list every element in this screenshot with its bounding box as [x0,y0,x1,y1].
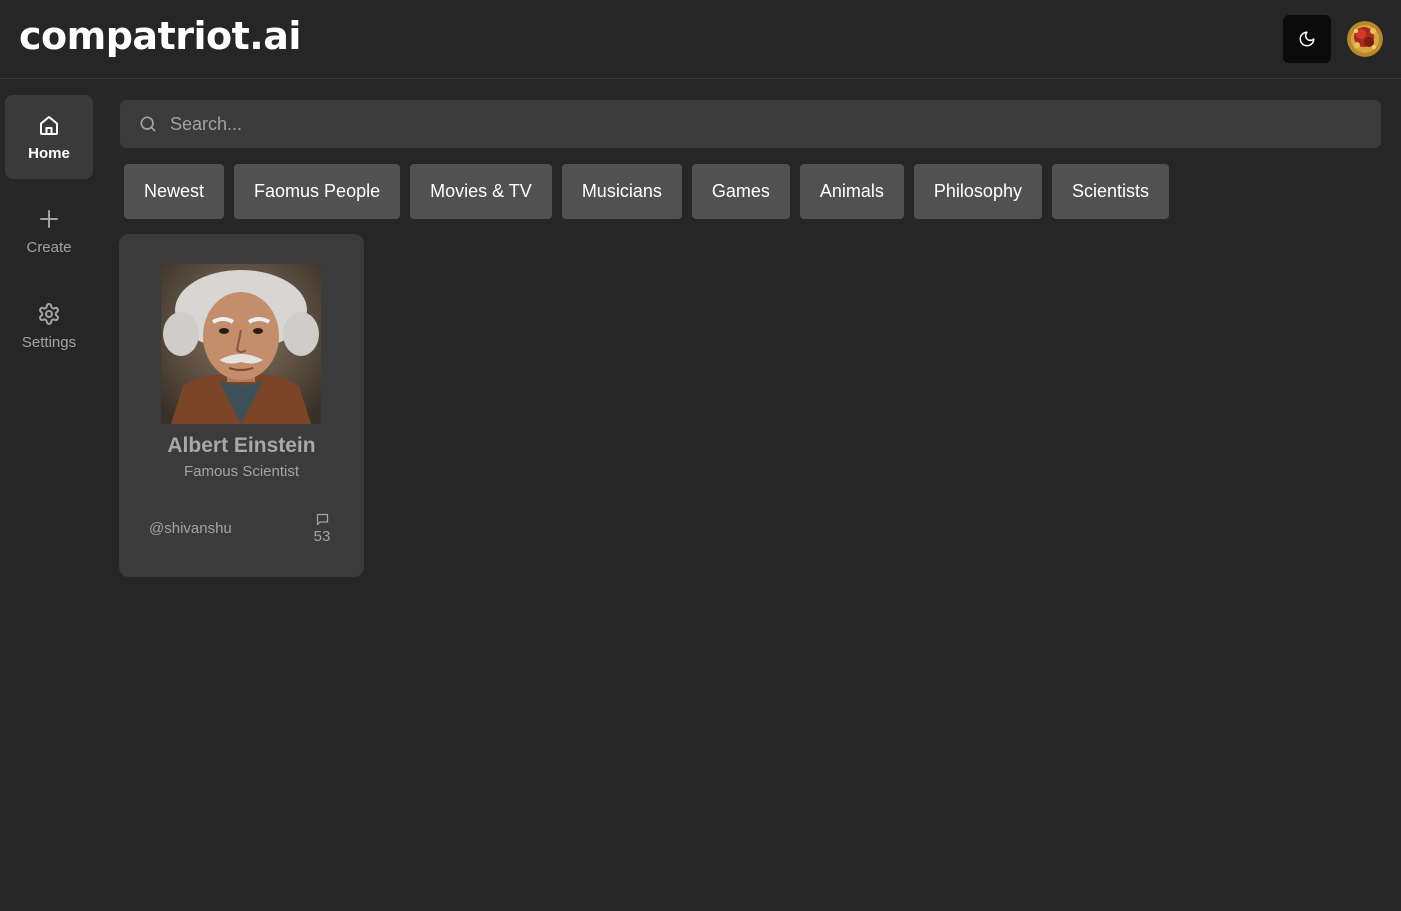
companion-name: Albert Einstein [167,434,316,457]
sidebar-item-create[interactable]: Create [5,189,93,273]
logo[interactable]: compatriot.ai [19,14,301,58]
gear-icon [39,302,59,325]
chat-bubble-icon [316,513,328,526]
home-icon [40,115,58,135]
category-famous-people[interactable]: Faomus People [234,164,401,219]
category-animals[interactable]: Animals [799,164,904,219]
category-newest[interactable]: Newest [124,164,225,219]
category-scientists[interactable]: Scientists [1051,164,1169,219]
plus-icon [40,209,58,228]
sidebar-item-label: Home [28,144,70,162]
message-count-value: 53 [313,528,331,545]
user-avatar[interactable] [1347,21,1383,57]
moon-icon [1299,31,1315,47]
category-filter-bar: Newest Faomus People Movies & TV Musicia… [124,164,1169,219]
search-bar[interactable] [120,100,1381,148]
category-musicians[interactable]: Musicians [561,164,682,219]
search-icon [140,116,156,132]
sidebar-item-settings[interactable]: Settings [5,284,93,368]
companion-description: Famous Scientist [183,463,300,480]
top-bar: compatriot.ai [0,0,1401,79]
companion-creator: @shivanshu [149,520,232,537]
category-movies-tv[interactable]: Movies & TV [410,164,552,219]
companion-card[interactable]: Albert Einstein Famous Scientist @shivan… [119,234,364,577]
theme-toggle-button[interactable] [1283,15,1331,63]
category-games[interactable]: Games [691,164,790,219]
category-philosophy[interactable]: Philosophy [913,164,1042,219]
search-input[interactable] [170,113,1320,135]
companion-portrait [161,264,321,424]
sidebar-item-label: Create [26,238,72,256]
sidebar-item-label: Settings [21,333,77,351]
sidebar-item-home[interactable]: Home [5,95,93,179]
message-count: 53 [309,512,335,545]
